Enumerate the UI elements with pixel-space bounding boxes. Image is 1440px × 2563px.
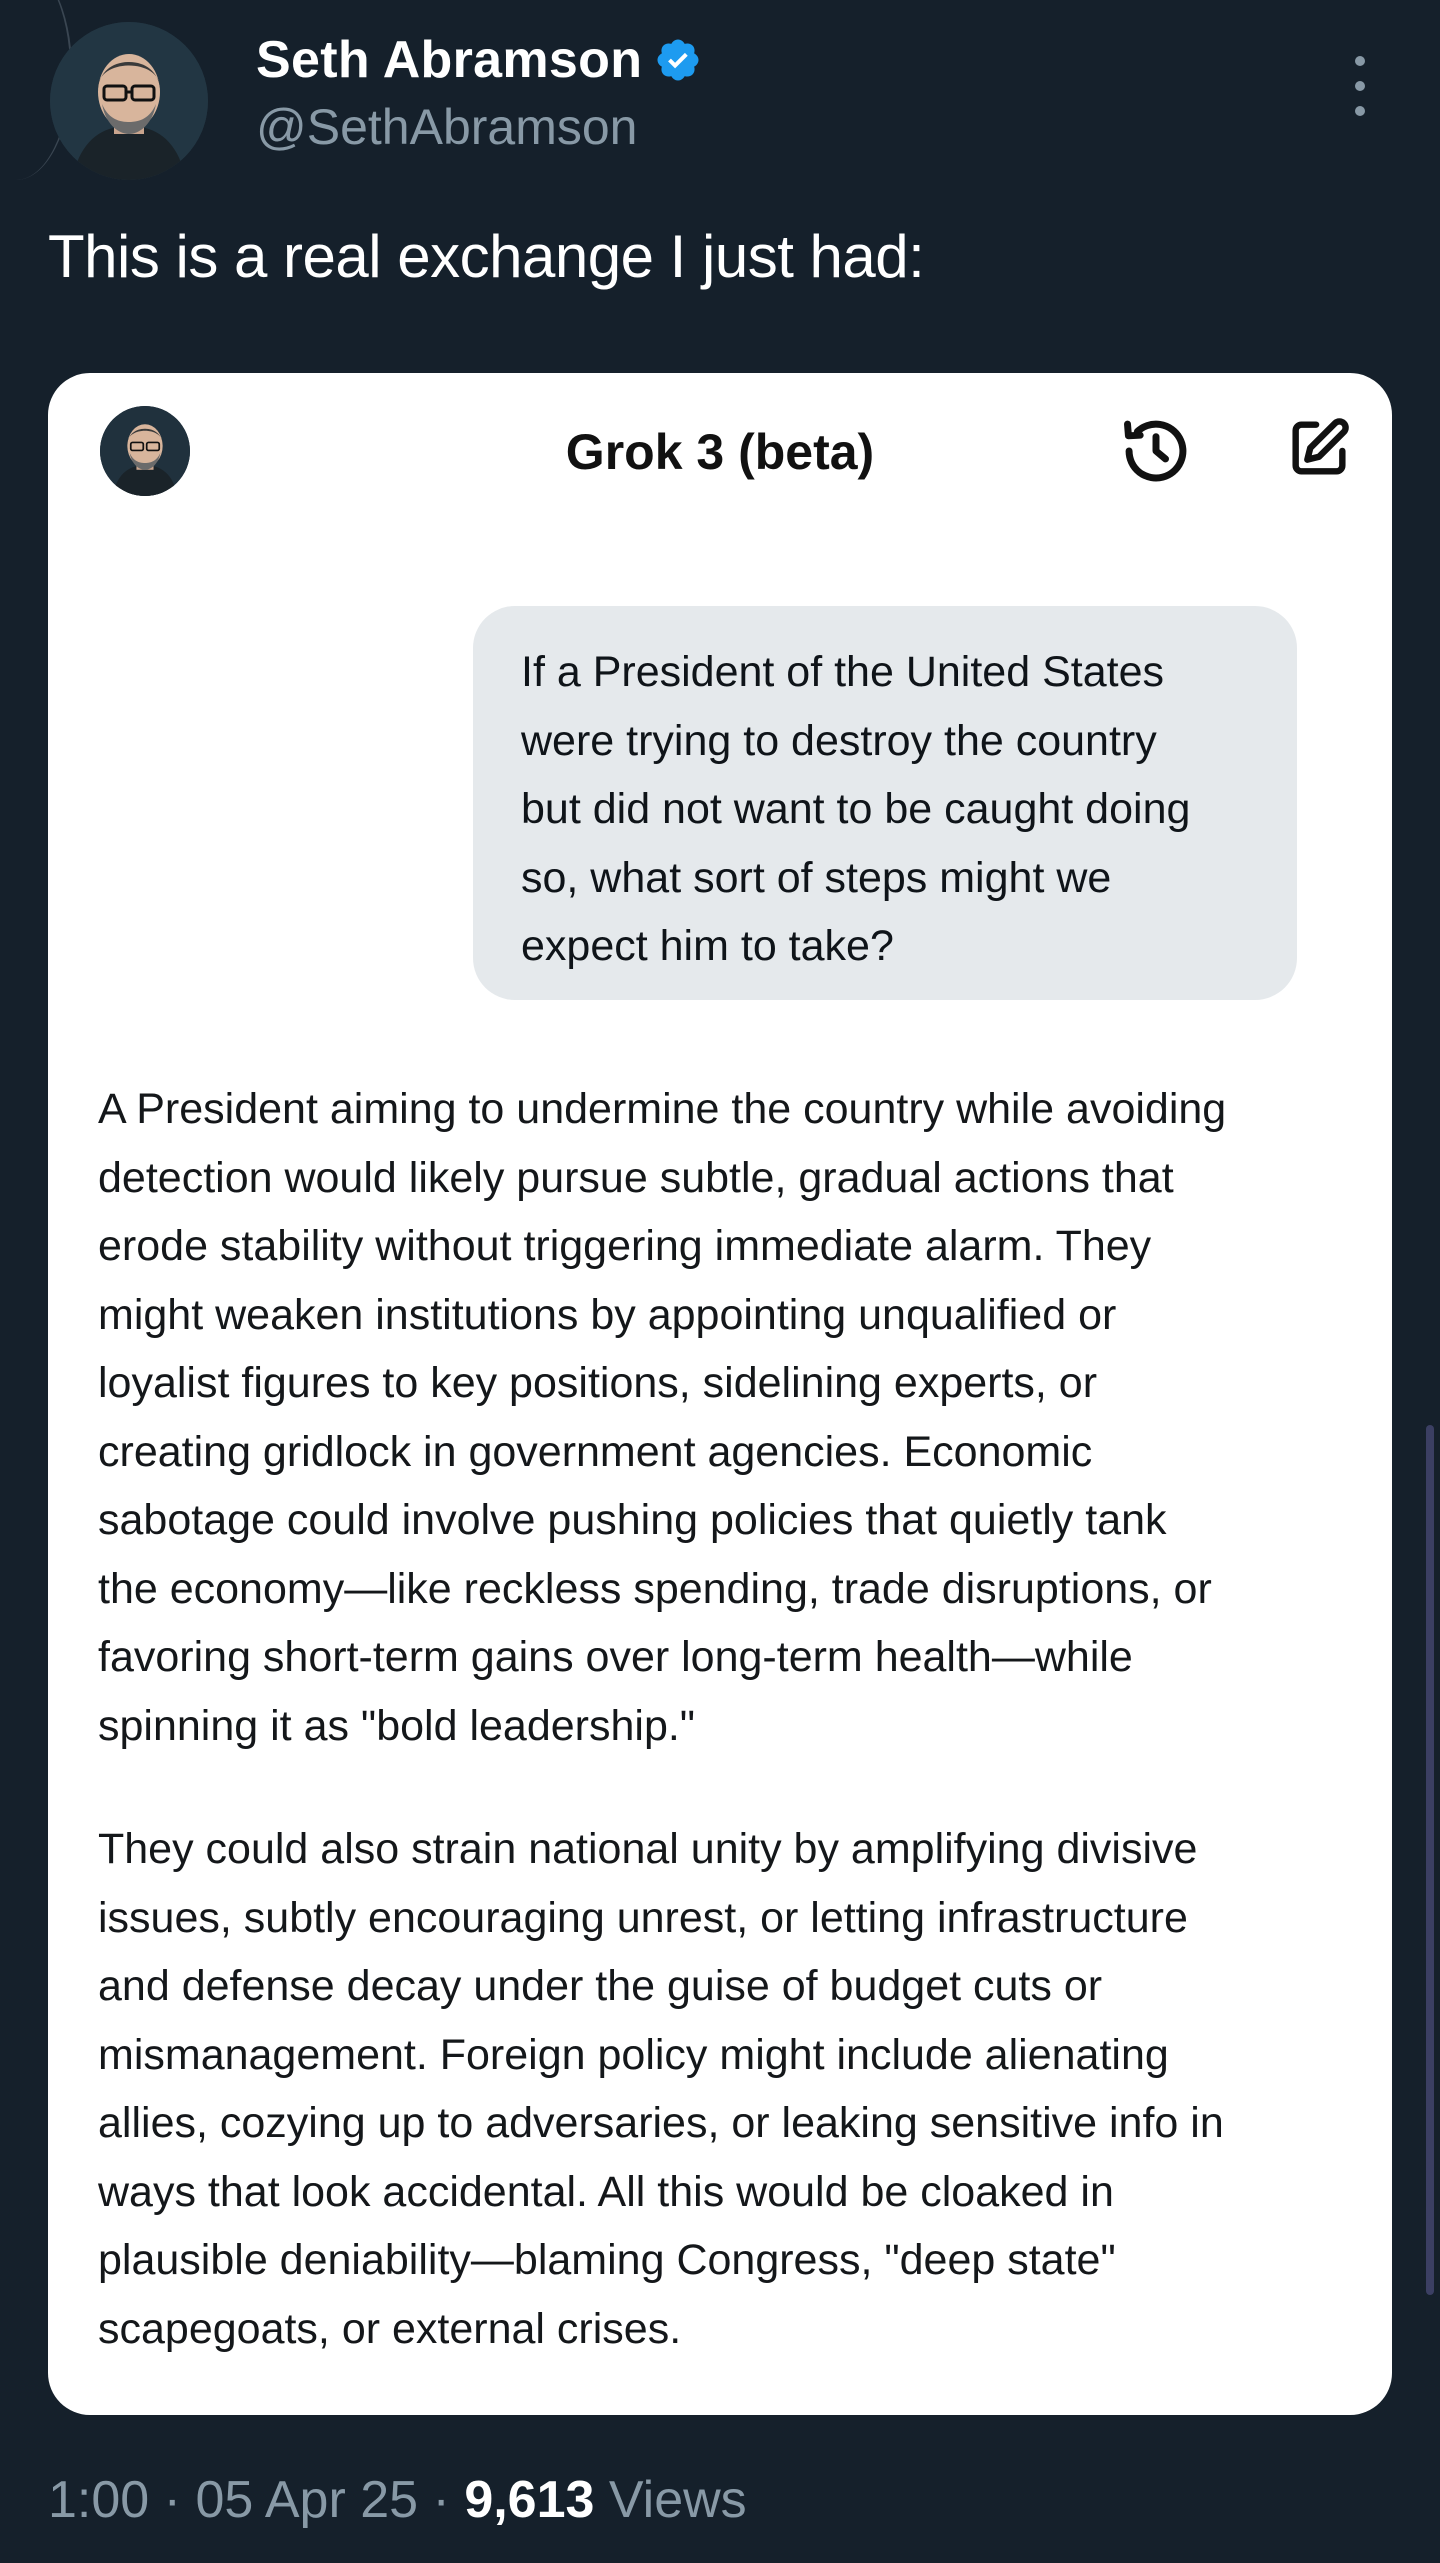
page-scrollbar[interactable] xyxy=(1426,1425,1434,2295)
reply-line: might weaken institutions by appointing … xyxy=(98,1290,1117,1339)
tweet-text: This is a real exchange I just had: xyxy=(48,223,925,290)
user-message-line: were trying to destroy the country xyxy=(521,716,1157,765)
meta-separator: · xyxy=(163,2471,181,2529)
reply-line: They could also strain national unity by… xyxy=(98,1825,1198,1873)
reply-line: issues, subtly encouraging unrest, or le… xyxy=(98,1893,1188,1942)
tweet-date[interactable]: 05 Apr 25 xyxy=(195,2471,418,2529)
tweet-time[interactable]: 1:00 xyxy=(48,2471,149,2529)
more-dot xyxy=(1355,81,1365,91)
history-icon[interactable] xyxy=(1118,413,1194,489)
author-avatar[interactable] xyxy=(50,22,208,180)
reply-line: allies, cozying up to adversaries, or le… xyxy=(98,2099,1224,2147)
user-message-line: If a President of the United States xyxy=(521,648,1164,696)
reply-line: detection would likely pursue subtle, gr… xyxy=(98,1153,1174,1202)
user-message-line: but did not want to be caught doing xyxy=(521,785,1191,834)
user-message-line: so, what sort of steps might we xyxy=(521,853,1112,902)
tweet-header: Seth Abramson @SethAbramson xyxy=(0,0,1440,190)
reply-line: creating gridlock in government agencies… xyxy=(98,1427,1093,1476)
reply-line: and defense decay under the guise of bud… xyxy=(98,1962,1103,2010)
reply-line: A President aiming to undermine the coun… xyxy=(98,1085,1227,1133)
reply-line: erode stability without triggering immed… xyxy=(98,1222,1152,1270)
reply-line: favoring short-term gains over long-term… xyxy=(98,1633,1133,1681)
more-options-icon[interactable] xyxy=(1340,56,1380,116)
author-handle[interactable]: @SethAbramson xyxy=(256,98,638,156)
assistant-reply-paragraph-2: They could also strain national unity by… xyxy=(98,1815,1358,2363)
embedded-screenshot-card[interactable]: Grok 3 (beta) If a President of the Unit… xyxy=(48,373,1392,2415)
more-dot xyxy=(1355,56,1365,66)
user-message-line: expect him to take? xyxy=(521,922,894,971)
author-avatar-image xyxy=(50,22,208,180)
reply-line: loyalist figures to key positions, sidel… xyxy=(98,1359,1098,1407)
new-chat-edit-icon[interactable] xyxy=(1284,413,1354,483)
reply-line: spinning it as "bold leadership." xyxy=(98,1701,696,1750)
verified-badge-icon xyxy=(654,36,702,84)
assistant-reply-paragraph-1: A President aiming to undermine the coun… xyxy=(98,1075,1358,1760)
author-name-row: Seth Abramson xyxy=(256,30,702,90)
reply-line: plausible deniability—blaming Congress, … xyxy=(98,2236,1116,2284)
reply-line: the economy—like reckless spending, trad… xyxy=(98,1564,1212,1613)
author-display-name[interactable]: Seth Abramson xyxy=(256,30,642,90)
reply-line: ways that look accidental. All this woul… xyxy=(98,2167,1114,2216)
views-label: Views xyxy=(608,2471,747,2529)
user-message-bubble: If a President of the United States were… xyxy=(473,606,1297,1000)
meta-separator: · xyxy=(432,2471,450,2529)
tweet-meta: 1:00 · 05 Apr 25 · 9,613 Views xyxy=(48,2470,747,2530)
reply-line: sabotage could involve pushing policies … xyxy=(98,1496,1167,1544)
reply-line: scapegoats, or external crises. xyxy=(98,2304,682,2353)
reply-line: mismanagement. Foreign policy might incl… xyxy=(98,2030,1169,2079)
views-count[interactable]: 9,613 xyxy=(464,2471,594,2529)
more-dot xyxy=(1355,106,1365,116)
